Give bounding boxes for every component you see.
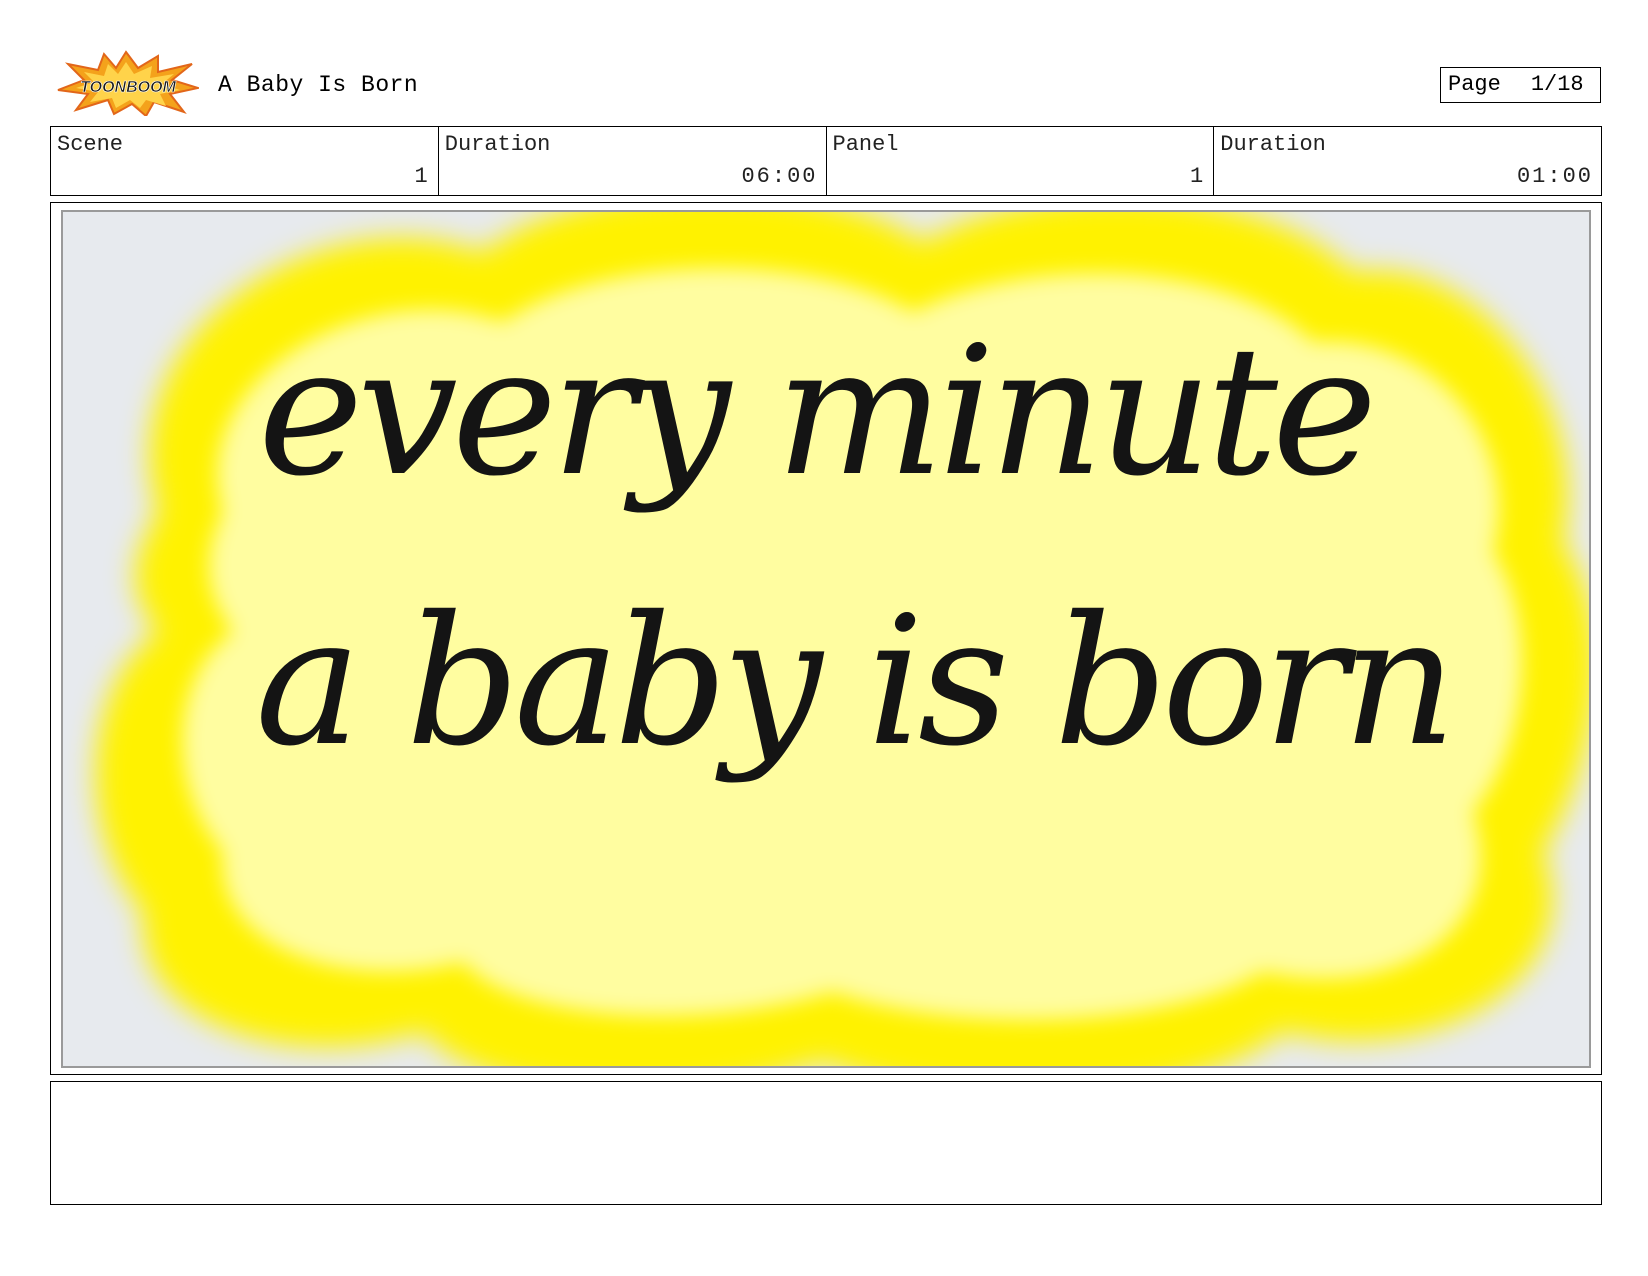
logo-text: TOONBOOM (80, 79, 176, 96)
panel-duration-value: 01:00 (1516, 164, 1593, 189)
scene-label: Scene (57, 132, 124, 157)
scene-duration-cell: Duration 06:00 (439, 127, 827, 195)
page-number: 1/18 (1530, 72, 1584, 97)
panel-duration-cell: Duration 01:00 (1214, 127, 1601, 195)
panel-notes-text (51, 1082, 1601, 1098)
handwritten-line-1: every minute (258, 308, 1377, 515)
handwritten-line-2: a baby is born (255, 578, 1457, 785)
scene-info-table: Scene 1 Duration 06:00 Panel 1 Duration … (50, 126, 1602, 196)
toonboom-logo-icon: TOONBOOM (54, 50, 202, 118)
page-label: Page (1448, 72, 1501, 97)
panel-cell: Panel 1 (827, 127, 1215, 195)
panel-value: 1 (1190, 164, 1206, 189)
page-indicator: Page 1/18 (1440, 67, 1601, 103)
panel-duration-label: Duration (1220, 132, 1326, 157)
document-title: A Baby Is Born (218, 72, 419, 98)
scene-value: 1 (414, 164, 430, 189)
panel-label: Panel (832, 132, 899, 157)
panel-drawing: every minute a baby is born (61, 210, 1591, 1068)
scene-cell: Scene 1 (51, 127, 439, 195)
scene-duration-value: 06:00 (741, 164, 818, 189)
scene-duration-label: Duration (444, 132, 551, 157)
panel-notes-box[interactable] (50, 1081, 1602, 1205)
